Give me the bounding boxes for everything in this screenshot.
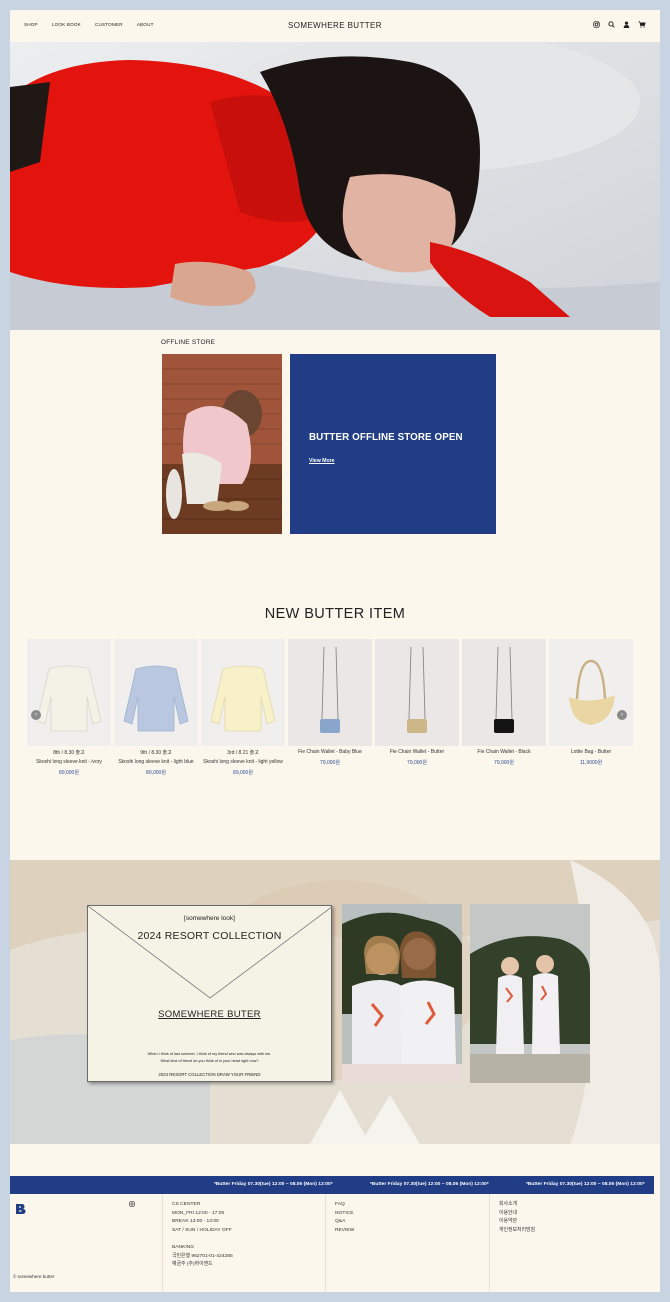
copyright: © somewhere butter — [13, 1274, 55, 1279]
product-card[interactable]: Fie Chain Wallet - Baby Blue 79,000원 — [288, 639, 372, 776]
product-image-wallet-baby-blue[interactable] — [288, 639, 372, 746]
banking-title: BANKING — [172, 1244, 195, 1250]
hero-banner-image[interactable] — [10, 42, 660, 330]
cs-break: BREAK 13:00 - 14:00 — [172, 1219, 219, 1225]
bank-account: 국민은행 962701-01-424285 — [172, 1253, 233, 1259]
ticker-text: *Butter Friday 07.30(tue) 12:00 ~ 08.05 … — [370, 1182, 489, 1187]
product-name[interactable]: Fie Chain Wallet - Black — [462, 749, 546, 755]
cs-center-info: CS CENTER MON_FRI 12:00 - 17:00 BREAK 13… — [162, 1194, 325, 1292]
product-card[interactable]: Lottie Bag - Butter 11,9000원 — [549, 639, 633, 776]
product-price: 89,000원 — [59, 770, 79, 776]
product-name[interactable]: Fie Chain Wallet - Butter — [375, 749, 459, 755]
product-card[interactable]: 9th / 8.30 출고 Skoshi long sleeve knit - … — [114, 639, 198, 776]
lookbook-envelope-card[interactable]: [somewhere look] 2024 RESORT COLLECTION … — [87, 905, 333, 1082]
guide-link[interactable]: 이용안내 — [499, 1210, 660, 1219]
lookbook-photo-2[interactable] — [470, 904, 590, 1083]
product-card[interactable]: Fie Chain Wallet - Butter 79,000원 — [375, 639, 459, 776]
product-image-knit-ivory[interactable] — [27, 639, 111, 746]
lookbook-tag: [somewhere look] — [184, 915, 235, 922]
lookbook-quote-line-2: What kind of friend do you think of in y… — [160, 1059, 259, 1063]
product-carousel: 8th / 8.30 출고 Skoshi long sleeve knit - … — [27, 639, 633, 776]
footer-links: FAQ NOTICE Q&A REVIEW — [325, 1194, 489, 1292]
brand-logo-icon[interactable] — [15, 1203, 27, 1215]
chevron-right-icon: › — [621, 712, 623, 718]
offline-store-photo[interactable] — [162, 354, 282, 534]
notice-link[interactable]: NOTICE — [335, 1210, 489, 1219]
cs-off: SAT / SUN / HOLIDAY OFF — [172, 1227, 232, 1233]
site-logo[interactable]: SOMEWHERE BUTTER — [10, 21, 660, 30]
product-label: 9th / 8.30 출고 — [140, 750, 172, 756]
product-name[interactable]: Skoshi long sleeve knit - light yellow — [201, 759, 285, 765]
faq-link[interactable]: FAQ — [335, 1201, 489, 1210]
new-items-title: NEW BUTTER ITEM — [264, 606, 406, 622]
qna-link[interactable]: Q&A — [335, 1218, 489, 1227]
product-image-knit-light-yellow[interactable] — [201, 639, 285, 746]
product-price: 79,000원 — [320, 760, 340, 766]
chevron-left-icon: ‹ — [35, 712, 37, 718]
privacy-link[interactable]: 개인정보처리방침 — [499, 1227, 660, 1236]
carousel-next-button[interactable]: › — [617, 710, 627, 720]
lookbook-brand-link[interactable]: SOMEWHERE BUTER — [88, 1009, 331, 1020]
product-price: 89,000원 — [146, 770, 166, 776]
site-footer: © somewhere butter CS CENTER MON_FRI 12:… — [10, 1194, 660, 1292]
search-icon[interactable] — [608, 21, 615, 28]
cs-spacer — [172, 1235, 325, 1244]
footer-legal-links: 회사소개 이용안내 이용약관 개인정보처리방침 — [489, 1194, 660, 1292]
user-icon[interactable] — [623, 21, 630, 28]
product-image-wallet-butter[interactable] — [375, 639, 459, 746]
offline-store-card[interactable]: BUTTER OFFLINE STORE OPEN View More — [290, 354, 496, 534]
product-label: 8th / 8.30 출고 — [53, 750, 85, 756]
cs-hours: MON_FRI 12:00 - 17:00 — [172, 1210, 225, 1216]
site-header: SHOP LOOK BOOK CUSTOMER ABOUT SOMEWHERE … — [10, 10, 660, 42]
view-more-link[interactable]: View More — [309, 458, 335, 464]
product-price: 89,000원 — [233, 770, 253, 776]
review-link[interactable]: REVIEW — [335, 1227, 489, 1236]
product-card[interactable]: Fie Chain Wallet - Black 79,000원 — [462, 639, 546, 776]
product-price: 79,000원 — [494, 760, 514, 766]
offline-store-headline: BUTTER OFFLINE STORE OPEN — [309, 432, 463, 443]
product-card[interactable]: 3rd / 8.21 출고 Skoshi long sleeve knit - … — [201, 639, 285, 776]
header-icons — [593, 21, 646, 28]
product-card[interactable]: 8th / 8.30 출고 Skoshi long sleeve knit - … — [27, 639, 111, 776]
product-image-knit-light-blue[interactable] — [114, 639, 198, 746]
product-image-lottie-bag[interactable] — [549, 639, 633, 746]
instagram-icon[interactable] — [593, 21, 600, 28]
product-price: 11,9000원 — [579, 760, 603, 766]
product-name[interactable]: Fie Chain Wallet - Baby Blue — [288, 749, 372, 755]
instagram-icon[interactable] — [129, 1201, 135, 1207]
ticker-text: *Butter Friday 07.30(tue) 12:00 ~ 08.05 … — [214, 1182, 333, 1187]
lookbook-photo-1[interactable] — [342, 904, 462, 1083]
product-price: 79,000원 — [407, 760, 427, 766]
ticker-text: *Butter Friday 07.30(tue) 12:00 ~ 08.05 … — [526, 1182, 645, 1187]
product-label: 3rd / 8.21 출고 — [227, 750, 259, 756]
product-name[interactable]: Skoshi long sleeve knit - ivory — [27, 759, 111, 765]
carousel-prev-button[interactable]: ‹ — [31, 710, 41, 720]
collection-title: 2024 RESORT COLLECTION — [137, 930, 282, 942]
lookbook-quote-line-1: When I think of last summer, I think of … — [147, 1052, 272, 1056]
product-image-wallet-black[interactable] — [462, 639, 546, 746]
product-name[interactable]: Lottie Bag - Butter — [549, 749, 633, 755]
lookbook-subtitle: 2024 RESORT COLLECTION DRAW YOUR FRIEND — [158, 1072, 261, 1077]
page: SHOP LOOK BOOK CUSTOMER ABOUT SOMEWHERE … — [10, 10, 660, 1292]
company-link[interactable]: 회사소개 — [499, 1201, 660, 1210]
terms-link[interactable]: 이용약관 — [499, 1218, 660, 1227]
cs-title: CS CENTER — [172, 1202, 201, 1207]
product-name[interactable]: Skoshi long sleeve knit - light blue — [114, 759, 198, 765]
account-holder: 예금주 (주)하이엔드 — [172, 1262, 213, 1268]
cart-icon[interactable] — [638, 21, 646, 28]
promo-ticker: *Butter Friday 07.30(tue) 12:00 ~ 08.05 … — [10, 1176, 654, 1194]
offline-store-title: OFFLINE STORE — [161, 339, 216, 346]
